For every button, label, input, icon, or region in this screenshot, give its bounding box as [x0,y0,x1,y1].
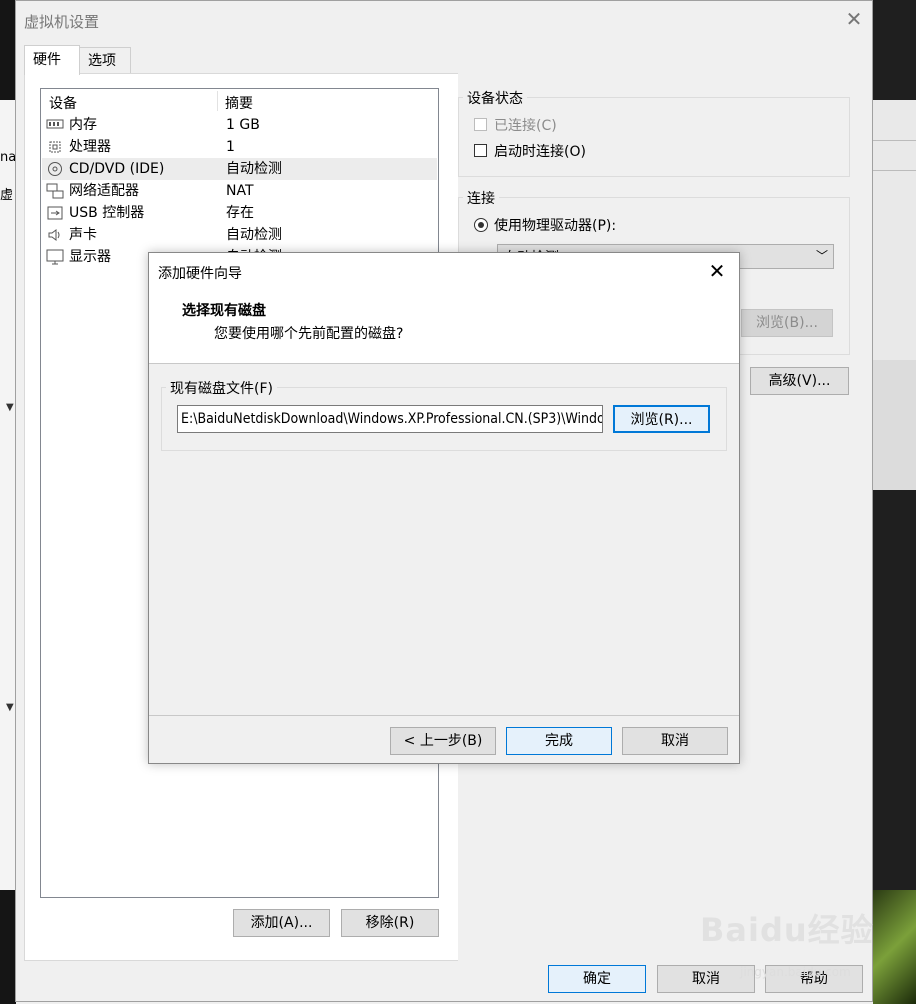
background-text: na [0,150,17,165]
chevron-down-icon: ﹀ [815,249,828,263]
dialog-title: 虚拟机设置 [24,13,100,31]
wizard-heading: 选择现有磁盘 [182,303,266,319]
advanced-button[interactable]: 高级(V)... [750,367,849,395]
column-header-summary[interactable]: 摘要 [225,93,253,113]
device-summary: 存在 [226,205,254,221]
wizard-title: 添加硬件向导 [158,266,242,282]
device-name: 网络适配器 [69,183,139,199]
cancel-button[interactable]: 取消 [622,727,728,755]
device-name: USB 控制器 [69,205,145,221]
device-name: 内存 [69,117,97,133]
tab-hardware[interactable]: 硬件 [24,45,80,75]
connected-checkbox[interactable] [474,118,487,131]
background-right-window [873,0,916,1004]
back-button[interactable]: < 上一步(B) [390,727,496,755]
column-header-device[interactable]: 设备 [49,93,77,113]
device-name: 处理器 [69,139,111,155]
list-item-processor[interactable]: 处理器 1 [42,136,437,158]
list-item-sound-card[interactable]: 声卡 自动检测 [42,224,437,246]
finish-button[interactable]: 完成 [506,727,612,755]
connected-label: 已连接(C) [494,118,557,134]
tab-options[interactable]: 选项 [79,47,131,73]
background-text: 虚 [0,188,14,203]
sound-icon [46,227,64,243]
device-status-label: 设备状态 [463,88,527,108]
wizard-subheading: 您要使用哪个先前配置的磁盘? [214,326,404,342]
existing-disk-label: 现有磁盘文件(F) [166,378,277,398]
connect-at-power-on-label: 启动时连接(O) [494,144,586,160]
close-icon[interactable]: ✕ [705,259,729,283]
add-hardware-wizard: 添加硬件向导 ✕ 选择现有磁盘 您要使用哪个先前配置的磁盘? 现有磁盘文件(F)… [148,252,740,764]
memory-icon [46,117,64,133]
baidu-watermark: Baidu经验 [700,911,874,949]
device-status-group [458,97,850,177]
caret-down-icon: ▼ [6,402,14,413]
device-summary: 1 [226,139,235,155]
connect-at-power-on-checkbox[interactable] [474,144,487,157]
cd-dvd-icon [46,161,64,177]
device-summary: 自动检测 [226,161,282,177]
list-item-memory[interactable]: 内存 1 GB [42,114,437,136]
device-summary: NAT [226,183,254,199]
browse-button[interactable]: 浏览(R)... [613,405,710,433]
list-item-cd-dvd[interactable]: CD/DVD (IDE) 自动检测 [42,158,437,180]
device-name: 显示器 [69,249,111,265]
browse-disabled-button[interactable]: 浏览(B)... [741,309,833,337]
close-icon[interactable]: ✕ [842,7,866,31]
list-item-usb[interactable]: USB 控制器 存在 [42,202,437,224]
remove-button[interactable]: 移除(R) [341,909,439,937]
list-item-network-adapter[interactable]: 网络适配器 NAT [42,180,437,202]
processor-icon [46,139,64,155]
background-left-window: na 虚 ▼ ▼ [0,0,16,1004]
caret-down-icon: ▼ [6,702,14,713]
device-summary: 1 GB [226,117,260,133]
use-physical-drive-radio[interactable] [474,218,488,232]
disk-path-input[interactable]: E:\BaiduNetdiskDownload\Windows.XP.Profe… [177,405,603,433]
device-name: CD/DVD (IDE) [69,161,165,177]
wizard-header: 添加硬件向导 ✕ 选择现有磁盘 您要使用哪个先前配置的磁盘? [149,253,739,364]
device-name: 声卡 [69,227,97,243]
background-image [873,890,916,1004]
ok-button[interactable]: 确定 [548,965,646,993]
baidu-watermark-url: jingyan.baidu.com [740,965,851,979]
network-adapter-icon [46,183,64,199]
device-summary: 自动检测 [226,227,282,243]
connection-label: 连接 [463,188,499,208]
add-button[interactable]: 添加(A)... [233,909,330,937]
usb-icon [46,205,64,221]
display-icon [46,249,64,265]
use-physical-drive-label: 使用物理驱动器(P): [494,218,617,234]
